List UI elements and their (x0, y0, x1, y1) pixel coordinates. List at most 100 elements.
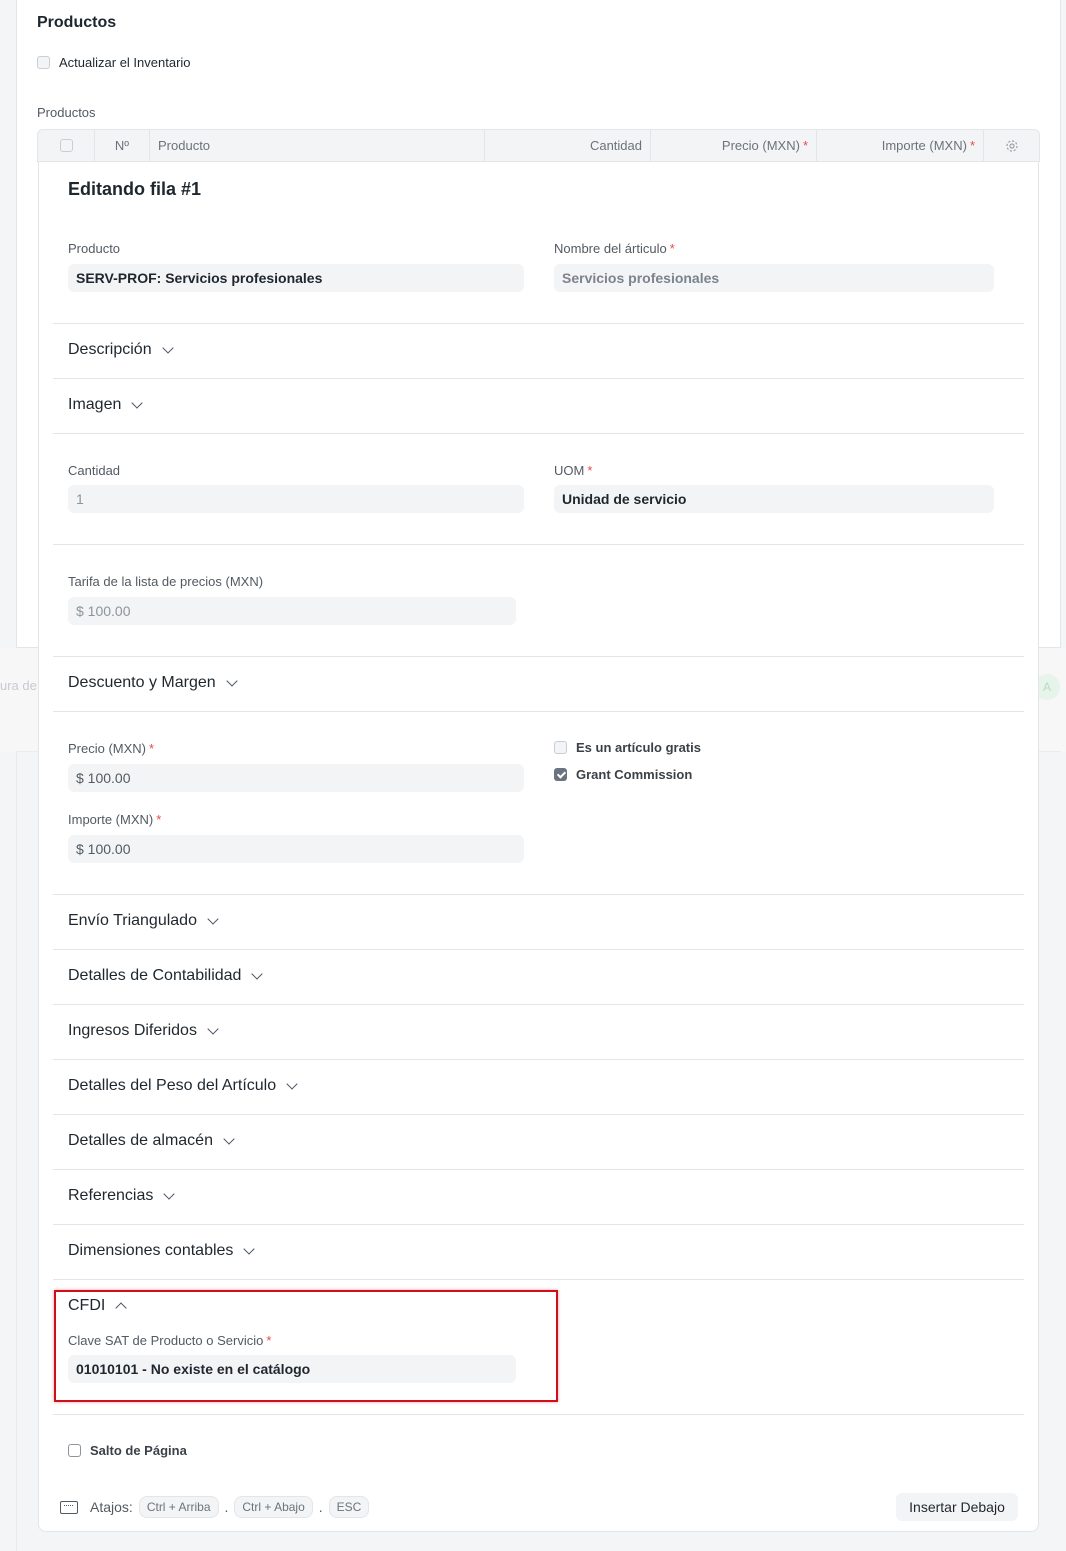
shortcut-key: Ctrl + Abajo (234, 1496, 313, 1518)
page-break-checkbox[interactable]: Salto de Página (68, 1443, 187, 1458)
shortcut-key: Ctrl + Arriba (138, 1496, 219, 1518)
column-no: Nº (95, 130, 150, 161)
item-name-field[interactable]: Servicios profesionales (554, 264, 994, 292)
divider (53, 1224, 1024, 1225)
divider (53, 949, 1024, 950)
checkbox-checked[interactable] (554, 768, 567, 781)
section-image-toggle[interactable]: Imagen (68, 396, 144, 414)
section-title: Productos (37, 14, 117, 31)
column-amount-label: Importe (MXN) (881, 138, 967, 153)
divider (53, 1004, 1024, 1005)
select-all-checkbox[interactable] (59, 139, 73, 152)
price-list-rate-label: Tarifa de la lista de precios (MXN) (68, 574, 264, 589)
item-code-field[interactable]: SERV-PROF: Servicios profesionales (68, 264, 524, 292)
checkbox-box[interactable] (554, 741, 567, 754)
required-marker: * (156, 812, 162, 827)
section-deferred-label: Ingresos Diferidos (68, 1022, 197, 1039)
grant-commission-label: Grant Commission (576, 767, 693, 782)
section-image-label: Imagen (68, 396, 122, 413)
shortcut-separator: . (224, 1499, 229, 1515)
section-references-toggle[interactable]: Referencias (68, 1187, 176, 1205)
section-discount-toggle[interactable]: Descuento y Margen (68, 674, 238, 692)
uom-label-text: UOM (554, 463, 585, 478)
chevron-down-icon (207, 913, 219, 925)
section-dimensions-toggle[interactable]: Dimensiones contables (68, 1242, 256, 1260)
divider (53, 544, 1024, 545)
column-item: Producto (150, 130, 485, 161)
section-drop-ship-toggle[interactable]: Envío Triangulado (68, 912, 219, 930)
background-text: ura de (0, 678, 37, 693)
keyboard-icon (60, 1500, 78, 1514)
section-warehouse-toggle[interactable]: Detalles de almacén (68, 1132, 235, 1150)
items-grid-header: Nº Producto Cantidad Precio (MXN) * Impor… (37, 129, 1040, 162)
divider (53, 323, 1024, 324)
required-marker: * (669, 241, 675, 256)
chevron-down-icon (225, 675, 238, 687)
price-list-rate-field[interactable]: $ 100.00 (68, 597, 516, 625)
amount-label-text: Importe (MXN) (68, 812, 154, 827)
chevron-down-icon (163, 1188, 176, 1200)
required-marker: * (802, 138, 808, 153)
column-qty: Cantidad (485, 130, 651, 161)
select-all-cell[interactable] (38, 130, 95, 161)
divider (53, 1414, 1024, 1415)
section-description-label: Descripción (68, 341, 152, 358)
chevron-down-icon (251, 968, 264, 980)
section-accounting-label: Detalles de Contabilidad (68, 967, 242, 984)
checkbox-box[interactable] (68, 1444, 81, 1457)
section-weight-label: Detalles del Peso del Artículo (68, 1077, 277, 1094)
section-description-toggle[interactable]: Descripción (68, 341, 174, 359)
column-rate-label: Precio (MXN) (721, 138, 800, 153)
qty-label: Cantidad (68, 463, 121, 478)
section-discount-label: Descuento y Margen (68, 674, 216, 691)
column-rate: Precio (MXN) * (651, 130, 817, 161)
update-stock-label: Actualizar el Inventario (59, 55, 191, 70)
edit-row-title: Editando fila #1 (68, 179, 202, 199)
amount-field[interactable]: $ 100.00 (68, 835, 524, 863)
divider (53, 1059, 1024, 1060)
free-item-label: Es un artículo gratis (576, 740, 701, 755)
section-warehouse-label: Detalles de almacén (68, 1132, 213, 1149)
grid-settings-button[interactable] (984, 130, 1039, 161)
required-marker: * (587, 463, 593, 478)
item-name-label: Nombre del árticulo * (554, 241, 675, 256)
section-drop-ship-label: Envío Triangulado (68, 912, 197, 929)
uom-field[interactable]: Unidad de servicio (554, 485, 994, 513)
divider (53, 1114, 1024, 1115)
highlight-box (54, 1290, 558, 1402)
chevron-down-icon (161, 342, 174, 354)
gear-icon[interactable] (1005, 139, 1019, 153)
chevron-down-icon (131, 397, 144, 409)
update-stock-checkbox[interactable]: Actualizar el Inventario (37, 55, 191, 70)
divider (53, 711, 1024, 712)
grant-commission-checkbox[interactable]: Grant Commission (554, 767, 692, 782)
required-marker: * (149, 741, 155, 756)
shortcut-separator: . (318, 1499, 323, 1515)
section-dimensions-label: Dimensiones contables (68, 1242, 234, 1259)
item-code-label: Producto (68, 241, 121, 256)
rate-label: Precio (MXN) * (68, 741, 154, 756)
amount-label: Importe (MXN) * (68, 812, 161, 827)
rate-label-text: Precio (MXN) (68, 741, 147, 756)
insert-below-button[interactable]: Insertar Debajo (896, 1493, 1018, 1521)
items-table-label: Productos (37, 105, 96, 120)
divider (53, 894, 1024, 895)
section-deferred-toggle[interactable]: Ingresos Diferidos (68, 1022, 219, 1040)
divider (53, 1279, 1024, 1280)
checkbox-box[interactable] (37, 56, 50, 69)
required-marker: * (969, 138, 975, 153)
chevron-down-icon (286, 1078, 298, 1090)
item-name-label-text: Nombre del árticulo (554, 241, 667, 256)
divider (53, 378, 1024, 379)
column-amount: Importe (MXN) * (817, 130, 984, 161)
free-item-checkbox[interactable]: Es un artículo gratis (554, 740, 701, 755)
rate-field[interactable]: $ 100.00 (68, 764, 524, 792)
uom-label: UOM * (554, 463, 592, 478)
qty-field[interactable]: 1 (68, 485, 524, 513)
chevron-down-icon (223, 1133, 235, 1145)
divider (53, 656, 1024, 657)
chevron-down-icon (207, 1023, 219, 1035)
section-weight-toggle[interactable]: Detalles del Peso del Artículo (68, 1077, 298, 1095)
divider (53, 1169, 1024, 1170)
section-accounting-toggle[interactable]: Detalles de Contabilidad (68, 967, 264, 985)
